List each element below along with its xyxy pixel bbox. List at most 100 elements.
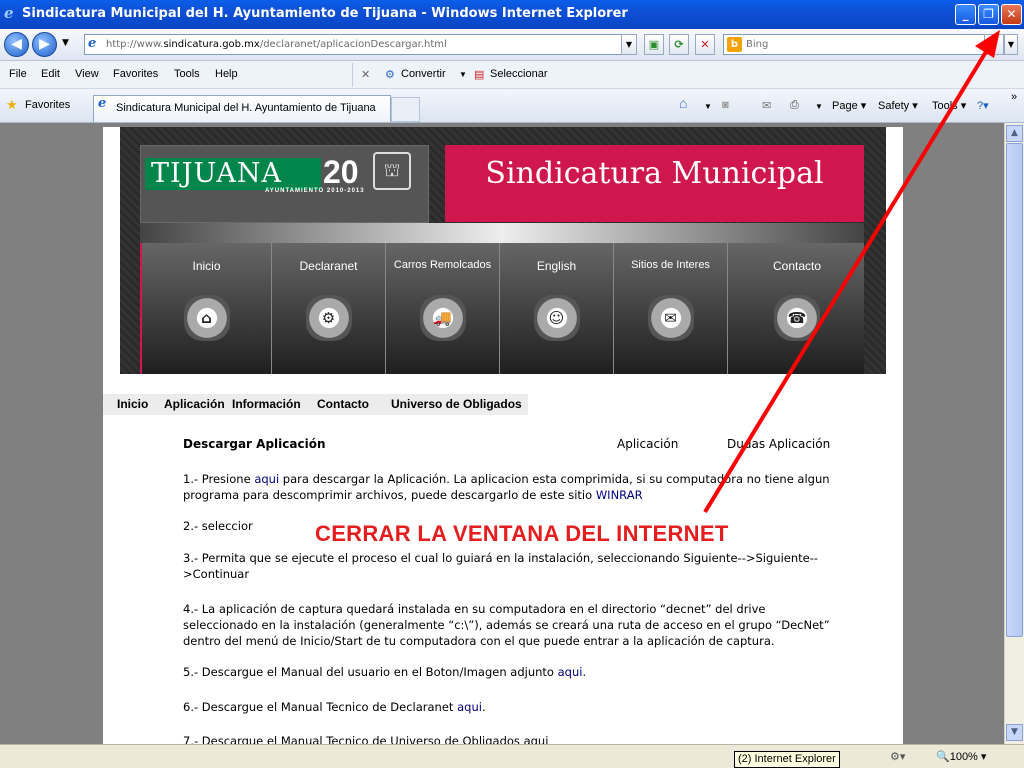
- ie-logo-icon: e: [4, 4, 14, 22]
- site-menu: Inicio Aplicación Información Contacto U…: [103, 394, 528, 415]
- site-menu-aplicacion[interactable]: Aplicación: [164, 397, 225, 411]
- menu-bar: File Edit View Favorites Tools Help ✕ ⚙ …: [0, 61, 1024, 89]
- download-app-link[interactable]: aqui: [254, 472, 279, 486]
- zoom-value: 100%: [949, 751, 978, 763]
- logo-text: TIJUANA: [145, 158, 321, 190]
- seleccionar-button[interactable]: Seleccionar: [490, 68, 547, 80]
- favorites-star-icon: ★: [6, 97, 18, 112]
- tech-manual-link[interactable]: aqui: [457, 700, 482, 714]
- home-icon[interactable]: ⌂: [679, 95, 687, 111]
- logo-subtitle: AYUNTAMIENTO 2010-2013: [265, 188, 365, 194]
- site-logo[interactable]: TIJUANA 20 ⛫ AYUNTAMIENTO 2010-2013: [140, 145, 429, 223]
- url-input[interactable]: http://www.sindicatura.gob.mx/declaranet…: [84, 34, 637, 55]
- tab-current[interactable]: e Sindicatura Municipal del H. Ayuntamie…: [93, 95, 391, 122]
- site-menu-inicio[interactable]: Inicio: [117, 397, 148, 411]
- favorites-button[interactable]: Favorites: [25, 99, 70, 111]
- close-window-button[interactable]: ✕: [1001, 4, 1022, 25]
- site-menu-contacto[interactable]: Contacto: [317, 397, 369, 411]
- site-menu-informacion[interactable]: Información: [232, 397, 301, 411]
- menu-edit[interactable]: Edit: [41, 68, 60, 80]
- tow-truck-icon: 🚚: [419, 295, 466, 341]
- scroll-up-icon[interactable]: ▲: [1006, 125, 1023, 142]
- step-5: 5.- Descargue el Manual del usuario en e…: [183, 665, 586, 681]
- convert-icon: ⚙: [385, 69, 395, 81]
- url-dropdown-icon[interactable]: ▼: [621, 34, 637, 55]
- gear-icon: ⚙: [305, 295, 352, 341]
- nav-item-sitios-de-interes[interactable]: Sitios de Interes ✉: [614, 243, 728, 374]
- nav-item-declaranet[interactable]: Declaranet ⚙: [272, 243, 386, 374]
- menu-view[interactable]: View: [75, 68, 99, 80]
- header-dudas-link[interactable]: Dudas Aplicación: [727, 437, 830, 451]
- address-bar: ◀ ▶ ▼ http://www.sindicatura.gob.mx/decl…: [0, 29, 1024, 61]
- bing-icon: b: [727, 37, 742, 52]
- scroll-down-icon[interactable]: ▼: [1006, 724, 1023, 741]
- stop-icon[interactable]: ✕: [695, 34, 715, 55]
- menu-favorites[interactable]: Favorites: [113, 68, 158, 80]
- step-text: 6.- Descargue el Manual Tecnico de Decla…: [183, 700, 458, 714]
- nav-item-english[interactable]: English ☺: [500, 243, 614, 374]
- window-title-bar[interactable]: e Sindicatura Municipal del H. Ayuntamie…: [0, 0, 1024, 29]
- close-toolbar-icon[interactable]: ✕: [361, 68, 370, 81]
- back-button[interactable]: ◀: [4, 32, 29, 57]
- tab-title: Sindicatura Municipal del H. Ayuntamient…: [116, 102, 376, 114]
- site-menu-universo[interactable]: Universo de Obligados: [391, 397, 522, 411]
- minimize-button[interactable]: _: [955, 4, 976, 25]
- header-aplicacion-link[interactable]: Aplicación: [617, 437, 678, 451]
- safety-menu-label: Safety: [878, 100, 910, 112]
- tools-menu-label: Tools: [932, 100, 958, 112]
- step-text: .: [481, 700, 486, 714]
- toolbar-overflow-button[interactable]: »: [1011, 91, 1017, 103]
- select-icon: ▤: [474, 69, 485, 81]
- search-options-icon[interactable]: ▼: [1004, 34, 1018, 55]
- step-text: .: [582, 665, 587, 679]
- favorites-bar: ★ Favorites e Sindicatura Municipal del …: [0, 89, 1024, 123]
- nav-item-contacto[interactable]: Contacto ☎: [728, 243, 866, 374]
- nav-item-carros-remolcados[interactable]: Carros Remolcados 🚚: [386, 243, 500, 374]
- menu-tools[interactable]: Tools: [174, 68, 200, 80]
- nav-label: Sitios de Interes: [631, 259, 710, 271]
- zone-icon[interactable]: ⚙▾: [890, 750, 905, 763]
- restore-button[interactable]: ❐: [978, 4, 999, 25]
- url-prefix: http://www.: [106, 39, 164, 50]
- zoom-level[interactable]: 🔍100% ▾: [936, 750, 986, 763]
- compatibility-icon[interactable]: ▣: [644, 34, 664, 55]
- nav-item-inicio[interactable]: Inicio ⌂: [142, 243, 272, 374]
- window-title: Sindicatura Municipal del H. Ayuntamient…: [22, 6, 628, 21]
- menu-divider: [352, 63, 353, 87]
- logo-number: 20: [323, 154, 359, 190]
- site-banner: TIJUANA 20 ⛫ AYUNTAMIENTO 2010-2013 Sind…: [120, 127, 886, 374]
- feeds-icon[interactable]: ◙: [722, 99, 729, 111]
- banner-divider: [140, 223, 864, 243]
- print-dropdown-icon[interactable]: ▼: [815, 102, 823, 111]
- menu-help[interactable]: Help: [215, 68, 238, 80]
- convertir-dropdown-icon[interactable]: ▼: [459, 70, 467, 79]
- tools-menu-button[interactable]: Tools ▾: [932, 99, 966, 112]
- user-manual-link[interactable]: aqui: [558, 665, 583, 679]
- new-tab-button[interactable]: [391, 97, 420, 122]
- vertical-scrollbar[interactable]: ▲ ▼: [1004, 123, 1024, 744]
- step-text: 1.- Presione: [183, 472, 255, 486]
- step-3-line-1: 3.- Permita que se ejecute el proceso el…: [183, 551, 819, 565]
- search-input[interactable]: Bing: [723, 34, 1003, 55]
- page-menu-label: Page: [832, 100, 858, 112]
- help-icon[interactable]: ?▾: [977, 99, 989, 112]
- scroll-thumb[interactable]: [1006, 143, 1023, 637]
- nav-label: Carros Remolcados: [393, 259, 492, 271]
- url-domain: sindicatura.gob.mx: [163, 39, 260, 50]
- mail-icon[interactable]: ✉: [762, 99, 771, 112]
- convertir-button[interactable]: Convertir: [401, 68, 446, 80]
- winrar-link[interactable]: WINRAR: [596, 488, 643, 502]
- search-icon[interactable]: ⚲: [984, 34, 1004, 55]
- nav-label: English: [536, 259, 577, 273]
- page-menu-button[interactable]: Page ▾: [832, 99, 866, 112]
- home-dropdown-icon[interactable]: ▼: [704, 102, 712, 111]
- step-1-line-2: programa para descomprimir archivos, pue…: [183, 488, 643, 504]
- print-icon[interactable]: ⎙: [790, 99, 799, 112]
- menu-file[interactable]: File: [9, 68, 27, 80]
- recent-pages-icon[interactable]: ▼: [62, 38, 69, 48]
- refresh-icon[interactable]: ⟳: [669, 34, 689, 55]
- safety-menu-button[interactable]: Safety ▾: [878, 99, 918, 112]
- step-3-line-2: >Continuar: [183, 567, 250, 581]
- step-7: 7.- Descargue el Manual Tecnico de Unive…: [183, 734, 549, 744]
- forward-button[interactable]: ▶: [32, 32, 57, 57]
